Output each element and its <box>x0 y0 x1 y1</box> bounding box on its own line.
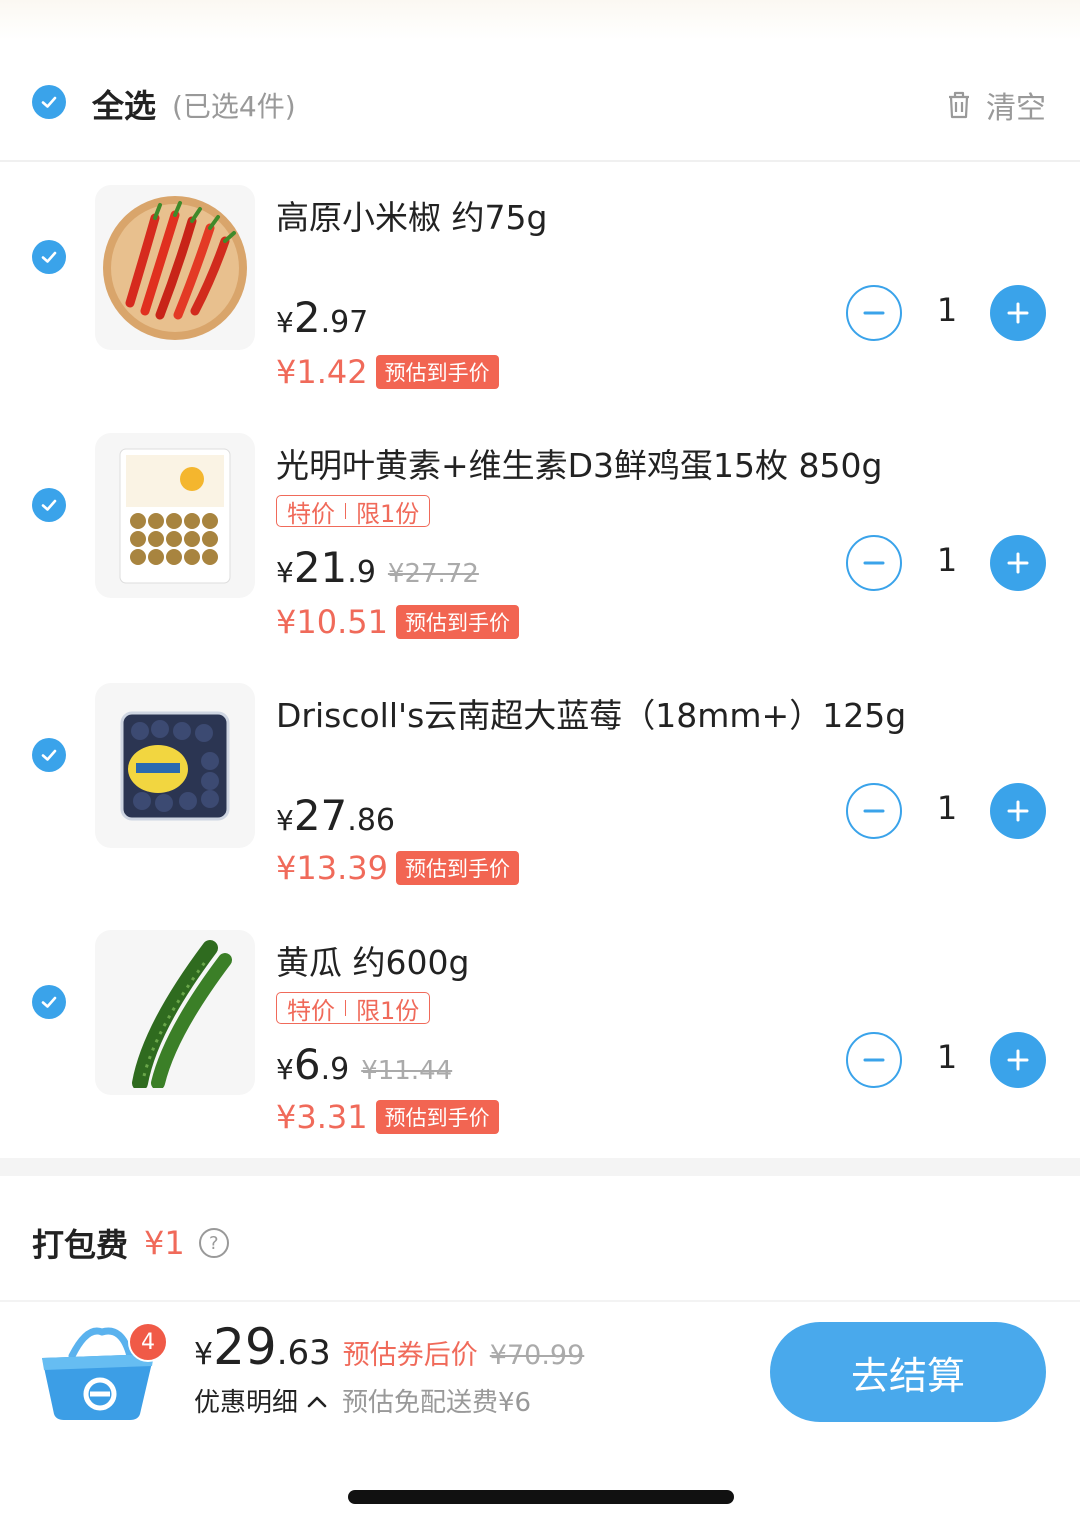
top-fade <box>0 0 1080 40</box>
product-price: ¥21.9 ¥27.72 <box>276 543 479 592</box>
minus-icon <box>863 1058 885 1062</box>
increase-button[interactable] <box>990 535 1046 591</box>
header-divider <box>0 160 1080 162</box>
cart-header: 全选 (已选4件) 清空 <box>0 55 1080 150</box>
check-icon <box>41 996 57 1008</box>
cart-basket-icon[interactable]: 4 <box>32 1318 172 1428</box>
item-checkbox[interactable] <box>32 240 66 274</box>
product-image-cucumber[interactable] <box>95 930 255 1095</box>
plus-icon <box>1007 552 1029 574</box>
item-checkbox[interactable] <box>32 738 66 772</box>
trash-icon <box>949 91 969 119</box>
original-price: ¥11.44 <box>361 1056 453 1086</box>
packing-fee-label: 打包费 <box>32 1226 129 1264</box>
select-all-label[interactable]: 全选 <box>92 81 156 127</box>
minus-icon <box>863 561 885 565</box>
check-icon <box>41 96 57 108</box>
quantity-value: 1 <box>936 541 958 579</box>
quantity-value: 1 <box>936 789 958 827</box>
estimated-price: ¥3.31 预估到手价 <box>276 1098 499 1136</box>
chevron-up-icon[interactable] <box>306 1393 328 1409</box>
decrease-button[interactable] <box>846 1032 902 1088</box>
plus-icon <box>1007 800 1029 822</box>
original-price: ¥27.72 <box>387 559 479 589</box>
estimated-price: ¥1.42 预估到手价 <box>276 353 499 391</box>
check-icon <box>41 499 57 511</box>
blueberry-image <box>120 711 230 820</box>
product-price: ¥6.9 ¥11.44 <box>276 1040 453 1089</box>
checkout-button[interactable]: 去结算 <box>770 1322 1046 1422</box>
total-label: 预估券后价 <box>342 1340 478 1371</box>
total-original-price: ¥70.99 <box>489 1340 585 1371</box>
home-indicator <box>348 1490 734 1504</box>
footer-divider <box>0 1300 1080 1302</box>
product-image-blueberry[interactable] <box>95 683 255 848</box>
item-checkbox[interactable] <box>32 985 66 1019</box>
promo-tag: 特价 限1份 <box>276 992 431 1025</box>
product-title[interactable]: 黄瓜 约600g <box>276 936 469 984</box>
help-icon[interactable]: ? <box>198 1228 229 1258</box>
quantity-stepper: 1 <box>846 535 1046 591</box>
decrease-button[interactable] <box>846 783 902 839</box>
decrease-button[interactable] <box>846 285 902 341</box>
product-title[interactable]: Driscoll's云南超大蓝莓（18mm+）125g <box>276 689 906 737</box>
total-price: ¥29.63 预估券后价 ¥70.99 <box>194 1318 585 1376</box>
estimated-price-badge: 预估到手价 <box>395 851 519 885</box>
estimated-price: ¥13.39 预估到手价 <box>276 849 519 887</box>
select-all-checkbox[interactable] <box>32 85 66 119</box>
estimated-price-badge: 预估到手价 <box>375 1100 499 1134</box>
cart-item: 光明叶黄素+维生素D3鲜鸡蛋15枚 850g 特价 限1份 ¥21.9 ¥27.72… <box>0 433 1080 663</box>
minus-icon <box>863 809 885 813</box>
minus-icon <box>863 311 885 315</box>
increase-button[interactable] <box>990 285 1046 341</box>
product-title[interactable]: 高原小米椒 约75g <box>276 191 547 239</box>
quantity-stepper: 1 <box>846 783 1046 839</box>
decrease-button[interactable] <box>846 535 902 591</box>
estimated-price-badge: 预估到手价 <box>395 605 519 639</box>
estimated-price: ¥10.51 预估到手价 <box>276 603 519 641</box>
plus-icon <box>1007 1049 1029 1071</box>
increase-button[interactable] <box>990 783 1046 839</box>
estimated-price-badge: 预估到手价 <box>375 355 499 389</box>
selected-count: (已选4件) <box>172 90 296 123</box>
discount-detail-label[interactable]: 优惠明细 <box>194 1382 298 1419</box>
increase-button[interactable] <box>990 1032 1046 1088</box>
promo-tag: 特价 限1份 <box>276 495 431 528</box>
check-icon <box>41 251 57 263</box>
product-price: ¥27.86 <box>276 791 395 840</box>
packing-fee-row: 打包费 ¥1 ? <box>32 1220 229 1266</box>
free-delivery-note: 预估免配送费¥6 <box>342 1388 532 1418</box>
check-icon <box>41 749 57 761</box>
chili-image <box>103 195 247 340</box>
cart-item: Driscoll's云南超大蓝莓（18mm+）125g ¥27.86 ¥13.3… <box>0 683 1080 913</box>
item-checkbox[interactable] <box>32 488 66 522</box>
cart-item: 黄瓜 约600g 特价 限1份 ¥6.9 ¥11.44 ¥3.31 预估到手价 1 <box>0 930 1080 1160</box>
packing-fee-value: ¥1 <box>144 1224 185 1262</box>
product-image-chili[interactable] <box>95 185 255 350</box>
section-separator <box>0 1158 1080 1176</box>
quantity-value: 1 <box>936 1038 958 1076</box>
clear-button[interactable]: 清空 <box>946 83 1046 127</box>
quantity-stepper: 1 <box>846 1032 1046 1088</box>
plus-icon <box>1007 302 1029 324</box>
cart-count-badge: 4 <box>128 1322 168 1362</box>
quantity-stepper: 1 <box>846 285 1046 341</box>
cucumber-image <box>132 939 232 1088</box>
quantity-value: 1 <box>936 291 958 329</box>
clear-label: 清空 <box>986 91 1046 126</box>
cart-item: 高原小米椒 约75g ¥2.97 ¥1.42 预估到手价 1 <box>0 185 1080 415</box>
product-price: ¥2.97 <box>276 293 369 342</box>
discount-detail[interactable]: 优惠明细 预估免配送费¥6 <box>194 1382 531 1419</box>
eggs-image <box>119 448 231 583</box>
product-title[interactable]: 光明叶黄素+维生素D3鲜鸡蛋15枚 850g <box>276 439 882 487</box>
product-image-eggs[interactable] <box>95 433 255 598</box>
